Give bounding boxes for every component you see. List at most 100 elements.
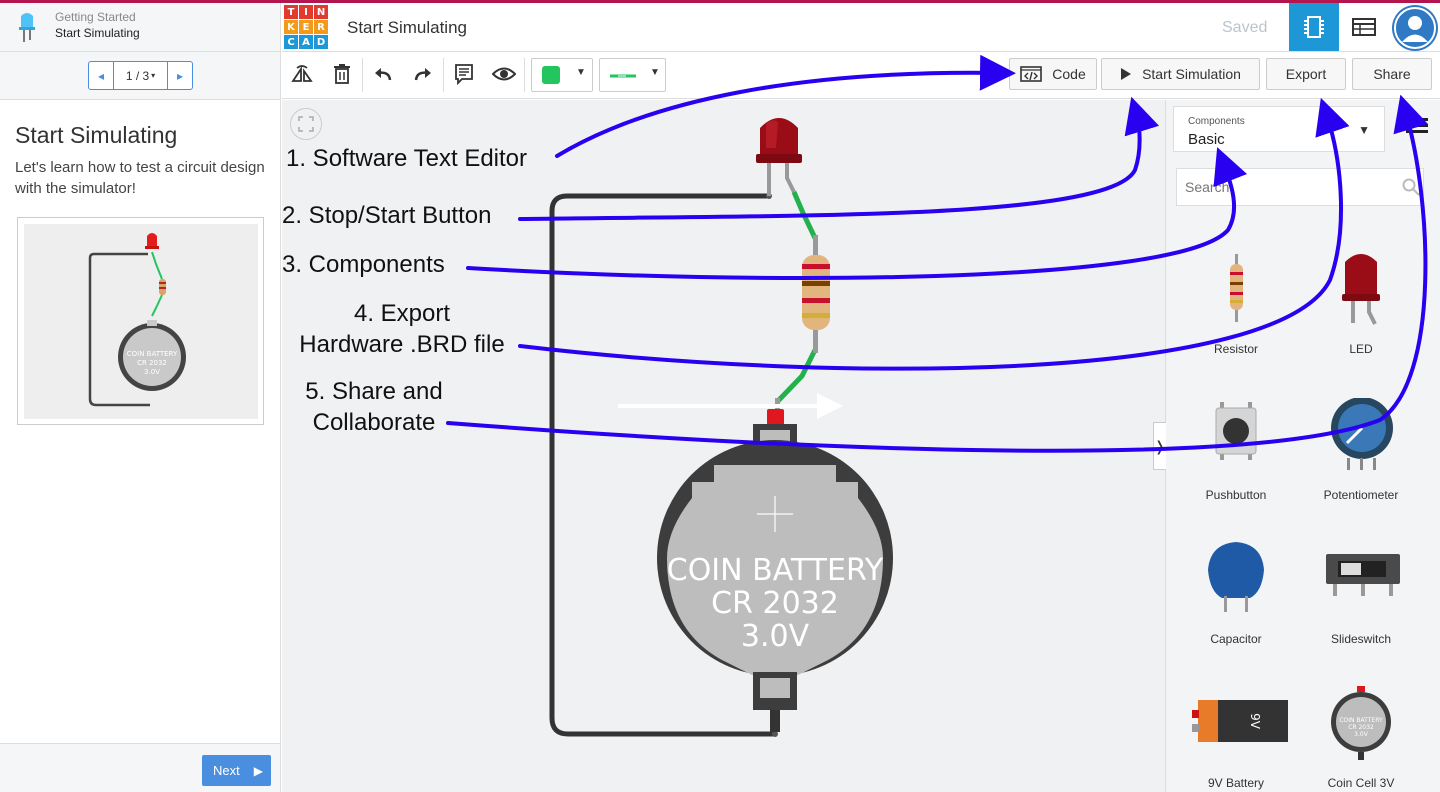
chevron-down-icon: ▼ xyxy=(576,67,586,78)
undo-icon xyxy=(375,68,392,81)
battery-label-line3: 3.0V xyxy=(741,619,810,654)
table-icon xyxy=(1352,18,1376,36)
battery-9v-label: 9V xyxy=(1248,713,1262,730)
thumb-battery-line1: COIN BATTERY xyxy=(127,350,178,358)
eye-icon xyxy=(492,67,516,81)
share-button[interactable]: Share xyxy=(1352,58,1432,90)
notes-button[interactable] xyxy=(452,62,476,86)
led-component[interactable] xyxy=(756,118,802,196)
share-button-label: Share xyxy=(1373,66,1411,82)
annotation-5-line2: Collaborate xyxy=(312,409,436,436)
battery-positive-terminal[interactable] xyxy=(767,409,784,425)
logo-letter: A xyxy=(299,35,313,49)
chevron-down-icon: ▼ xyxy=(1358,123,1370,137)
color-swatch xyxy=(542,66,560,84)
step-selector[interactable]: 1 / 3 ▾ xyxy=(113,62,168,89)
green-wire-bottom[interactable] xyxy=(775,348,818,404)
prev-step-button[interactable]: ◂ xyxy=(89,62,113,89)
component-slideswitch[interactable]: Slideswitch xyxy=(1301,542,1421,672)
component-9v-battery[interactable]: 9V 9V Battery xyxy=(1176,686,1296,792)
pushbutton-icon xyxy=(1215,402,1257,460)
component-led[interactable]: LED xyxy=(1301,252,1421,382)
component-pushbutton[interactable]: Pushbutton xyxy=(1176,398,1296,528)
chip-icon xyxy=(1304,16,1324,38)
lesson-category: Getting Started xyxy=(55,10,136,24)
tinkercad-logo[interactable]: TIN KER CAD xyxy=(284,5,328,49)
user-icon xyxy=(1394,7,1436,49)
lesson-image: COIN BATTERY CR 2032 3.0V xyxy=(17,217,264,425)
export-button-label: Export xyxy=(1285,66,1327,82)
coin-cell-line3: 3.0V xyxy=(1354,731,1369,738)
lesson-title: Start Simulating xyxy=(15,122,178,148)
wire-type-dropdown[interactable]: ▼ xyxy=(599,58,666,92)
annotation-5: 5. Share and Collaborate xyxy=(294,376,454,438)
next-button[interactable]: Next ▶ xyxy=(202,755,271,786)
battery-label-line2: CR 2032 xyxy=(711,586,839,621)
coin-battery-component[interactable]: COIN BATTERY CR 2032 3.0V xyxy=(657,424,893,732)
component-potentiometer[interactable]: Potentiometer xyxy=(1301,398,1421,528)
redo-button[interactable] xyxy=(411,62,435,86)
notes-icon xyxy=(455,64,473,85)
potentiometer-icon xyxy=(1331,398,1393,470)
thumb-battery-line2: CR 2032 xyxy=(137,359,167,367)
project-title[interactable]: Start Simulating xyxy=(347,18,467,38)
redo-icon xyxy=(414,68,431,81)
list-view-icon[interactable] xyxy=(1406,116,1428,136)
thumb-battery-line3: 3.0V xyxy=(144,368,160,376)
component-search-input[interactable] xyxy=(1176,168,1424,206)
code-button[interactable]: Code xyxy=(1009,58,1097,90)
lesson-body: Start Simulating Let's learn how to test… xyxy=(0,100,281,743)
wire-color-dropdown[interactable]: ▼ xyxy=(531,58,593,92)
battery-9v-icon: 9V xyxy=(1192,700,1288,742)
logo-letter: N xyxy=(314,5,328,19)
rotate-icon xyxy=(291,65,313,82)
component-list-view-button[interactable] xyxy=(1339,3,1389,51)
component-name: Slideswitch xyxy=(1330,632,1392,646)
annotation-5-line1: 5. Share and xyxy=(305,378,443,405)
component-name: Potentiometer xyxy=(1323,488,1399,502)
panel-collapse-toggle[interactable]: ❭ xyxy=(1153,422,1166,470)
component-name: 9V Battery xyxy=(1207,776,1265,790)
export-button[interactable]: Export xyxy=(1266,58,1346,90)
components-dropdown-value: Basic xyxy=(1188,131,1225,148)
editor-toolbar: ▼ ▼ Code Start Simulation Export Share xyxy=(282,52,1440,99)
led-icon xyxy=(1342,254,1380,325)
delete-button[interactable] xyxy=(330,62,354,86)
logo-letter: I xyxy=(299,5,313,19)
code-icon xyxy=(1020,66,1043,82)
chevron-down-icon: ▾ xyxy=(151,71,156,80)
component-name: Capacitor xyxy=(1210,632,1262,646)
component-coin-cell[interactable]: COIN BATTERY CR 2032 3.0V Coin Cell 3V xyxy=(1301,686,1421,792)
annotation-4-line1: 4. Export xyxy=(353,300,451,327)
capacitor-icon xyxy=(1208,542,1264,612)
visibility-button[interactable] xyxy=(492,62,516,86)
lesson-description: Let's learn how to test a circuit design… xyxy=(15,159,265,197)
rotate-button[interactable] xyxy=(290,62,314,86)
app-header: TIN KER CAD Start Simulating Saved xyxy=(282,3,1440,52)
user-avatar[interactable] xyxy=(1392,5,1438,51)
lesson-name: Start Simulating xyxy=(55,26,140,40)
start-simulation-button[interactable]: Start Simulation xyxy=(1101,58,1260,90)
code-button-label: Code xyxy=(1052,66,1086,82)
green-wire-top[interactable] xyxy=(791,191,818,240)
components-dropdown-label: Components xyxy=(1188,116,1245,127)
annotation-3: 3. Components xyxy=(282,251,445,278)
component-name: Coin Cell 3V xyxy=(1327,776,1395,790)
circuit-view-button[interactable] xyxy=(1289,3,1339,51)
resistor-component[interactable] xyxy=(802,235,830,353)
logo-letter: T xyxy=(284,5,298,19)
wire-style-icon xyxy=(610,74,636,78)
toolbar-divider xyxy=(362,58,363,92)
undo-button[interactable] xyxy=(371,62,395,86)
chevron-right-icon: ▶ xyxy=(253,763,263,778)
component-resistor[interactable]: Resistor xyxy=(1176,252,1296,382)
component-capacitor[interactable]: Capacitor xyxy=(1176,542,1296,672)
toolbar-divider xyxy=(524,58,525,92)
component-name: Resistor xyxy=(1213,342,1258,356)
next-step-arrow-button[interactable]: ▸ xyxy=(168,62,192,89)
lesson-circuit-thumbnail: COIN BATTERY CR 2032 3.0V xyxy=(88,233,186,407)
resistor-icon xyxy=(1230,254,1243,322)
annotation-1: 1. Software Text Editor xyxy=(286,145,528,172)
trash-icon xyxy=(334,64,350,84)
components-dropdown[interactable]: Components Basic ▼ xyxy=(1173,106,1385,152)
